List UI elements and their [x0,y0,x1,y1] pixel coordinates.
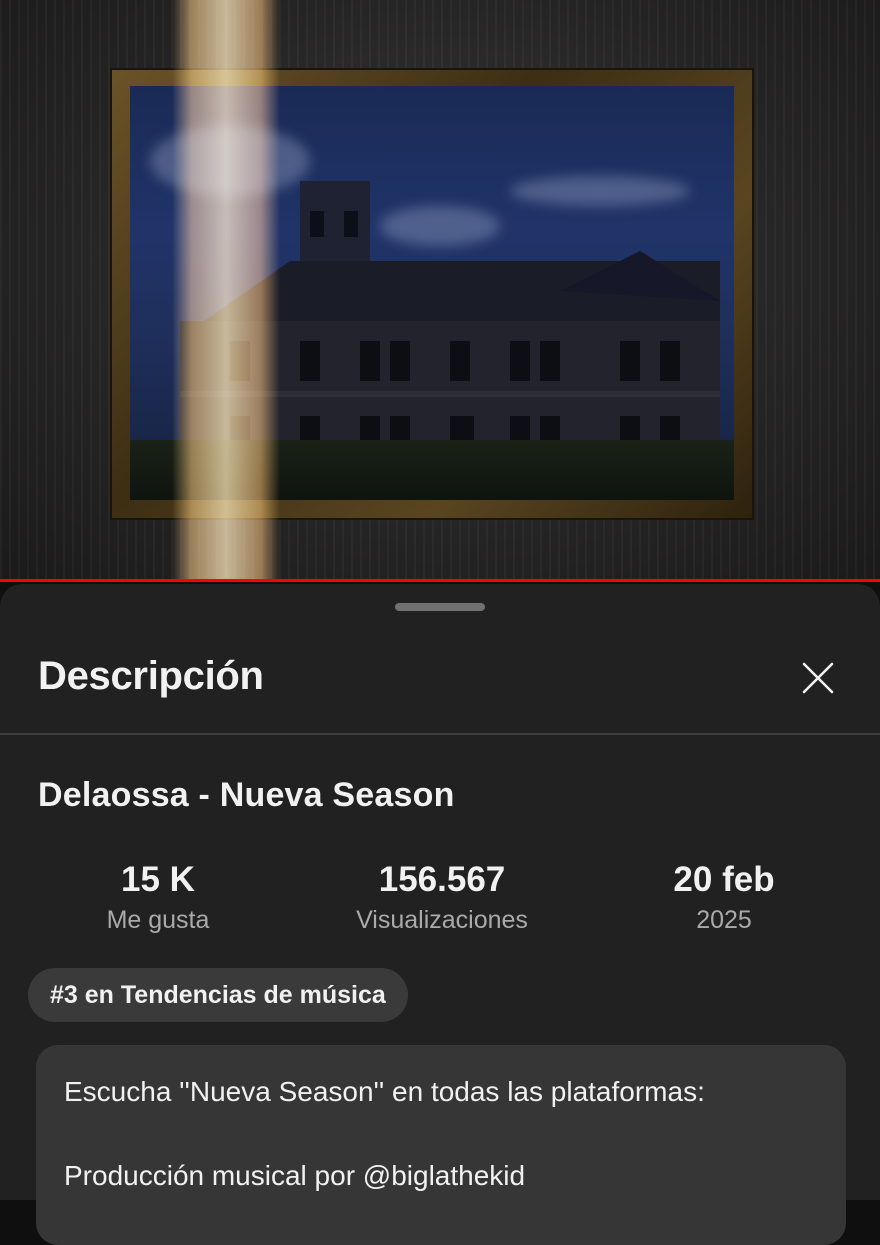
description-line: Escucha ''Nueva Season'' en todas las pl… [64,1076,705,1107]
video-progress-bar[interactable] [0,579,880,582]
trending-chip[interactable]: #3 en Tendencias de música [28,968,408,1022]
drag-handle[interactable] [395,603,485,611]
publish-date: 20 feb [673,860,775,899]
close-icon [802,662,834,694]
date-stat: 20 feb 2025 [594,860,854,935]
likes-stat: 15 K Me gusta [28,860,288,935]
views-count: 156.567 [378,860,506,899]
description-line: Producción musical por @biglathekid [64,1160,526,1191]
description-sheet: Descripción Delaossa - Nueva Season 15 K… [0,584,880,1245]
video-stats: 15 K Me gusta 156.567 Visualizaciones 20… [0,860,880,950]
sunbeam-light [172,0,280,582]
publish-year: 2025 [696,906,752,934]
description-box[interactable]: Escucha ''Nueva Season'' en todas las pl… [36,1045,846,1245]
likes-label: Me gusta [106,906,210,934]
video-progress-fill [0,579,880,582]
views-label: Visualizaciones [356,906,528,934]
divider [0,733,880,735]
views-stat: 156.567 Visualizaciones [312,860,572,935]
video-player[interactable] [0,0,880,582]
sheet-title: Descripción [38,654,264,698]
video-title: Delaossa - Nueva Season [38,776,455,814]
likes-count: 15 K [121,860,195,899]
close-button[interactable] [796,656,840,700]
